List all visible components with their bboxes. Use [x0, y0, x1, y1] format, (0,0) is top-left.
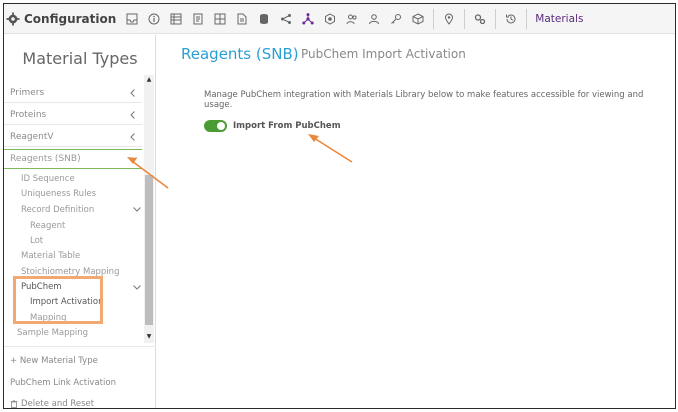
inbox-icon[interactable]	[122, 9, 142, 29]
page-subtitle: PubChem Import Activation	[301, 47, 466, 61]
toolbar-separator	[433, 8, 435, 29]
sidebar-item-label: ReagentV	[10, 131, 54, 142]
scroll-up-arrow-icon[interactable]: ▲	[145, 76, 153, 84]
materials-breadcrumb[interactable]: Materials	[535, 13, 583, 25]
sub-item-lot[interactable]: Lot	[30, 236, 43, 246]
sidebar-item-label: Proteins	[10, 109, 47, 120]
sidebar-item-label: Reagents (SNB)	[10, 154, 81, 164]
sidebar-scrollbar[interactable]: ▲ ▼	[144, 75, 154, 343]
scroll-thumb[interactable]	[145, 175, 153, 325]
chevron-down-icon	[129, 157, 137, 162]
delete-and-reset-link[interactable]: Delete and Reset	[10, 399, 95, 409]
scroll-down-arrow-icon[interactable]: ▼	[145, 333, 153, 341]
pubchem-link-activation-link[interactable]: PubChem Link Activation	[10, 378, 116, 388]
sidebar-item-primers[interactable]: Primers	[4, 83, 142, 103]
key-icon[interactable]	[386, 9, 406, 29]
import-from-pubchem-toggle[interactable]	[204, 120, 227, 132]
sidebar-title: Material Types	[22, 49, 138, 68]
hierarchy-icon[interactable]	[298, 9, 318, 29]
chevron-down-icon[interactable]	[132, 204, 142, 214]
table-icon[interactable]	[166, 9, 186, 29]
info-icon[interactable]	[144, 9, 164, 29]
chevron-left-icon	[130, 132, 135, 141]
chevron-left-icon	[130, 88, 135, 97]
sidebar-item-reagentv[interactable]: ReagentV	[4, 127, 142, 147]
chevron-down-icon[interactable]	[132, 282, 142, 292]
new-material-type-label: + New Material Type	[10, 356, 98, 366]
sidebar: Material Types Primers Proteins ReagentV…	[4, 35, 156, 409]
configuration-label: Configuration	[24, 11, 117, 26]
toolbar-separator	[526, 8, 528, 29]
sub-item-reagent[interactable]: Reagent	[30, 221, 65, 231]
import-from-pubchem-label: Import From PubChem	[233, 121, 341, 131]
toggle-knob	[217, 122, 225, 130]
hexagon-icon[interactable]	[320, 9, 340, 29]
sub-item-id-sequence[interactable]: ID Sequence	[21, 174, 75, 184]
pubchem-highlight-box	[13, 276, 103, 324]
sidebar-item-reagents-snb[interactable]: Reagents (SNB)	[4, 149, 142, 169]
toolbar-separator	[495, 8, 497, 29]
main-panel: Reagents (SNB) PubChem Import Activation…	[169, 35, 674, 408]
pubchem-link-activation-label: PubChem Link Activation	[10, 378, 116, 388]
cube-icon[interactable]	[408, 9, 428, 29]
database-icon[interactable]	[254, 9, 274, 29]
page-title: Reagents (SNB)	[181, 45, 299, 63]
share-icon[interactable]	[276, 9, 296, 29]
sub-item-sample-mapping[interactable]: Sample Mapping	[17, 328, 88, 338]
location-pin-icon[interactable]	[439, 9, 459, 29]
settings-gears-icon[interactable]	[470, 9, 490, 29]
top-toolbar: Configuration Materials	[4, 4, 675, 34]
delete-and-reset-label: Delete and Reset	[21, 399, 95, 409]
document-icon[interactable]	[232, 9, 252, 29]
sub-item-record-definition[interactable]: Record Definition	[21, 205, 94, 215]
form-icon[interactable]	[188, 9, 208, 29]
configuration-title[interactable]: Configuration	[4, 12, 116, 26]
sidebar-divider	[4, 346, 156, 347]
history-icon[interactable]	[501, 9, 521, 29]
users-icon[interactable]	[342, 9, 362, 29]
toolbar-separator	[464, 8, 466, 29]
app-window: Configuration Materials Material Types P…	[3, 3, 676, 409]
trash-icon	[10, 400, 18, 408]
sidebar-item-label: Primers	[10, 87, 45, 98]
description-text: Manage PubChem integration with Material…	[204, 90, 644, 110]
chevron-left-icon	[130, 110, 135, 119]
new-material-type-link[interactable]: + New Material Type	[10, 356, 98, 366]
sidebar-item-proteins[interactable]: Proteins	[4, 105, 142, 125]
import-from-pubchem-row: Import From PubChem	[204, 120, 341, 132]
grid-icon[interactable]	[210, 9, 230, 29]
sub-item-uniqueness-rules[interactable]: Uniqueness Rules	[21, 189, 96, 199]
sub-item-material-table[interactable]: Material Table	[21, 251, 80, 261]
person-icon[interactable]	[364, 9, 384, 29]
gear-icon	[6, 11, 20, 26]
